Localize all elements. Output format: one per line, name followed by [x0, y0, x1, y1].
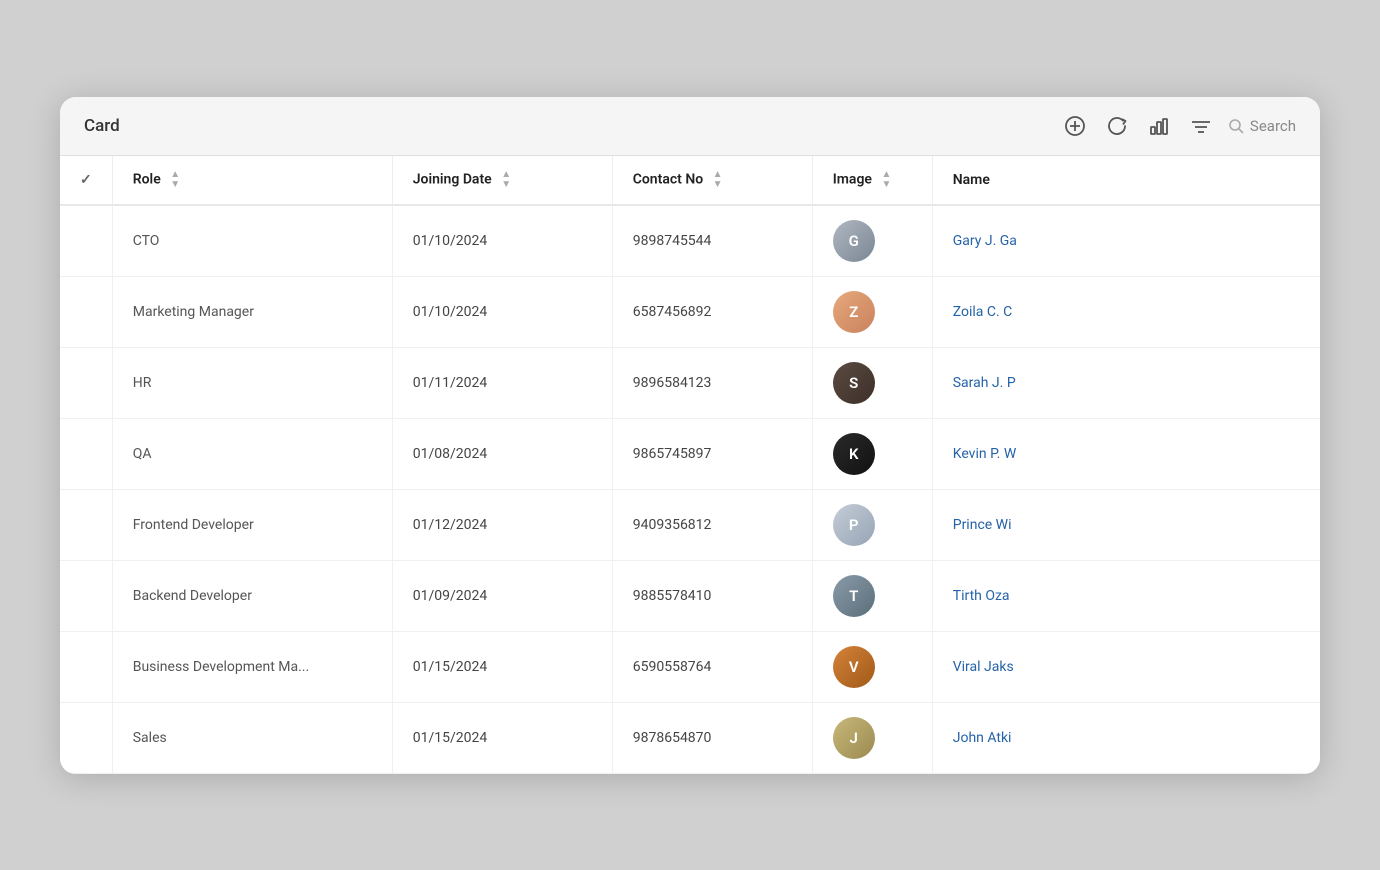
cell-image-3: K [812, 418, 932, 489]
cell-contact-3: 9865745897 [612, 418, 812, 489]
cell-check-5[interactable] [60, 560, 112, 631]
search-button[interactable]: Search [1228, 117, 1296, 135]
cell-date-3: 01/08/2024 [392, 418, 612, 489]
header-check[interactable]: ✓ [60, 156, 112, 205]
add-icon[interactable] [1060, 111, 1090, 141]
cell-date-7: 01/15/2024 [392, 702, 612, 773]
cell-contact-7: 9878654870 [612, 702, 812, 773]
table-row: Frontend Developer 01/12/2024 9409356812… [60, 489, 1320, 560]
cell-check-2[interactable] [60, 347, 112, 418]
sort-role-icon: ▲▼ [170, 170, 180, 190]
cell-role-6: Business Development Ma... [112, 631, 392, 702]
cell-name-2: Sarah J. P [932, 347, 1320, 418]
data-table-container: ✓ Role ▲▼ Joining Date ▲▼ Contact No ▲▼ [60, 156, 1320, 774]
cell-date-1: 01/10/2024 [392, 276, 612, 347]
cell-date-4: 01/12/2024 [392, 489, 612, 560]
sort-date-icon: ▲▼ [501, 170, 511, 190]
cell-date-0: 01/10/2024 [392, 205, 612, 277]
data-table: ✓ Role ▲▼ Joining Date ▲▼ Contact No ▲▼ [60, 156, 1320, 774]
cell-role-3: QA [112, 418, 392, 489]
cell-contact-0: 9898745544 [612, 205, 812, 277]
search-label: Search [1250, 117, 1296, 135]
avatar: Z [833, 291, 875, 333]
cell-name-6: Viral Jaks [932, 631, 1320, 702]
cell-role-1: Marketing Manager [112, 276, 392, 347]
avatar: V [833, 646, 875, 688]
table-row: Business Development Ma... 01/15/2024 65… [60, 631, 1320, 702]
cell-check-1[interactable] [60, 276, 112, 347]
cell-name-5: Tirth Oza [932, 560, 1320, 631]
cell-role-5: Backend Developer [112, 560, 392, 631]
cell-image-5: T [812, 560, 932, 631]
header-contact[interactable]: Contact No ▲▼ [612, 156, 812, 205]
cell-contact-2: 9896584123 [612, 347, 812, 418]
header-image[interactable]: Image ▲▼ [812, 156, 932, 205]
header-name: Name [932, 156, 1320, 205]
table-row: CTO 01/10/2024 9898745544 G Gary J. Ga [60, 205, 1320, 277]
refresh-icon[interactable] [1102, 111, 1132, 141]
table-row: Marketing Manager 01/10/2024 6587456892 … [60, 276, 1320, 347]
cell-image-0: G [812, 205, 932, 277]
avatar: J [833, 717, 875, 759]
page-title: Card [84, 116, 120, 136]
toolbar-actions: Search [1060, 111, 1296, 141]
cell-role-2: HR [112, 347, 392, 418]
cell-image-6: V [812, 631, 932, 702]
table-row: HR 01/11/2024 9896584123 S Sarah J. P [60, 347, 1320, 418]
cell-check-7[interactable] [60, 702, 112, 773]
cell-role-7: Sales [112, 702, 392, 773]
table-row: Sales 01/15/2024 9878654870 J John Atki [60, 702, 1320, 773]
cell-contact-1: 6587456892 [612, 276, 812, 347]
cell-name-4: Prince Wi [932, 489, 1320, 560]
avatar: G [833, 220, 875, 262]
header-joining-date[interactable]: Joining Date ▲▼ [392, 156, 612, 205]
avatar: P [833, 504, 875, 546]
chart-icon[interactable] [1144, 111, 1174, 141]
cell-image-4: P [812, 489, 932, 560]
cell-date-5: 01/09/2024 [392, 560, 612, 631]
cell-date-2: 01/11/2024 [392, 347, 612, 418]
cell-role-0: CTO [112, 205, 392, 277]
cell-check-6[interactable] [60, 631, 112, 702]
cell-date-6: 01/15/2024 [392, 631, 612, 702]
header-role[interactable]: Role ▲▼ [112, 156, 392, 205]
cell-image-2: S [812, 347, 932, 418]
main-window: Card [60, 97, 1320, 774]
cell-contact-5: 9885578410 [612, 560, 812, 631]
table-row: QA 01/08/2024 9865745897 K Kevin P. W [60, 418, 1320, 489]
avatar: K [833, 433, 875, 475]
cell-contact-4: 9409356812 [612, 489, 812, 560]
toolbar: Card [60, 97, 1320, 156]
avatar: S [833, 362, 875, 404]
cell-check-3[interactable] [60, 418, 112, 489]
sort-image-icon: ▲▼ [881, 170, 891, 190]
avatar: T [833, 575, 875, 617]
cell-image-1: Z [812, 276, 932, 347]
cell-name-1: Zoila C. C [932, 276, 1320, 347]
table-header-row: ✓ Role ▲▼ Joining Date ▲▼ Contact No ▲▼ [60, 156, 1320, 205]
cell-role-4: Frontend Developer [112, 489, 392, 560]
sort-contact-icon: ▲▼ [713, 170, 723, 190]
check-icon: ✓ [80, 172, 92, 188]
cell-image-7: J [812, 702, 932, 773]
table-row: Backend Developer 01/09/2024 9885578410 … [60, 560, 1320, 631]
cell-name-3: Kevin P. W [932, 418, 1320, 489]
cell-contact-6: 6590558764 [612, 631, 812, 702]
cell-name-7: John Atki [932, 702, 1320, 773]
cell-check-0[interactable] [60, 205, 112, 277]
cell-name-0: Gary J. Ga [932, 205, 1320, 277]
filter-icon[interactable] [1186, 111, 1216, 141]
cell-check-4[interactable] [60, 489, 112, 560]
